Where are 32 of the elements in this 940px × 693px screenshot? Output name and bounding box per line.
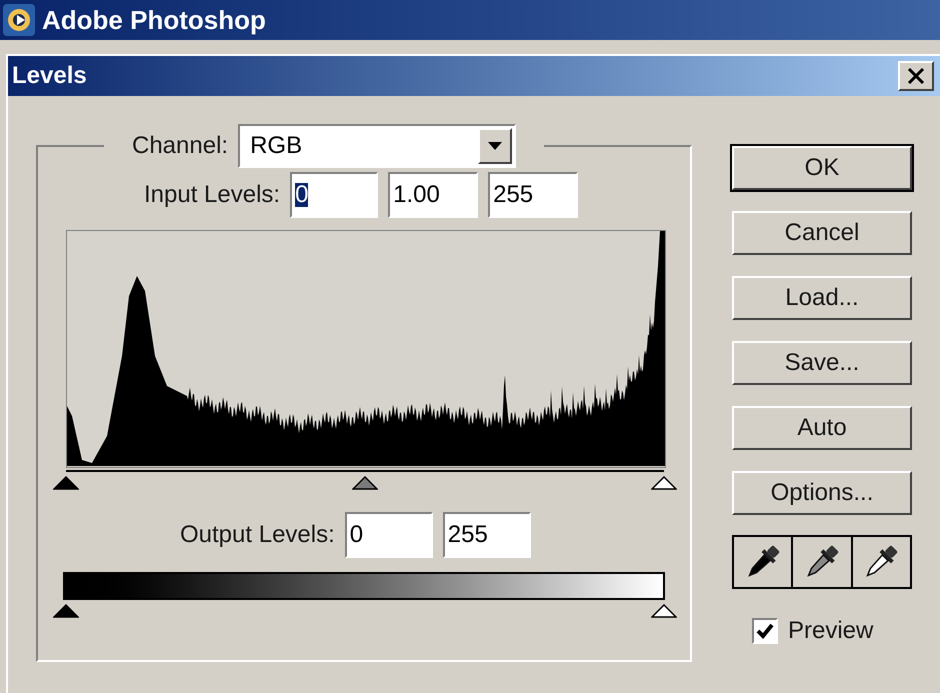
dialog-button[interactable]: Load... xyxy=(732,276,912,320)
output-levels-label: Output Levels: xyxy=(180,520,335,550)
number-field[interactable]: 0 xyxy=(290,172,378,218)
channel-dropdown[interactable]: RGB xyxy=(238,124,516,168)
close-icon xyxy=(907,68,925,84)
close-button[interactable] xyxy=(898,61,934,91)
dialog-title: Levels xyxy=(12,61,87,91)
app-icon xyxy=(2,3,36,37)
slider-handle[interactable] xyxy=(352,476,378,490)
slider-handle[interactable] xyxy=(651,604,677,618)
eyedropper-button[interactable] xyxy=(793,537,851,587)
slider-handle[interactable] xyxy=(53,476,79,490)
dialog-button[interactable]: Auto xyxy=(732,406,912,450)
dialog-button[interactable]: Save... xyxy=(732,341,912,385)
slider-handle[interactable] xyxy=(53,604,79,618)
number-field[interactable]: 255 xyxy=(442,512,531,558)
channel-label: Channel: xyxy=(132,131,228,161)
checkmark-icon xyxy=(756,623,774,639)
dropdown-arrow-icon xyxy=(488,142,502,150)
preview-label: Preview xyxy=(788,616,874,646)
slider-handle[interactable] xyxy=(651,476,677,490)
preview-checkbox[interactable] xyxy=(752,618,778,644)
eyedropper-button[interactable] xyxy=(852,537,910,587)
dialog-button[interactable]: Options... xyxy=(732,471,912,515)
input-levels-label: Input Levels: xyxy=(144,180,280,210)
dialog-button[interactable]: Cancel xyxy=(732,211,912,255)
eyedropper-button[interactable] xyxy=(734,537,792,587)
app-title: Adobe Photoshop xyxy=(42,4,266,36)
number-field[interactable]: 0 xyxy=(344,512,433,558)
number-field[interactable]: 1.00 xyxy=(388,172,478,218)
number-field[interactable]: 255 xyxy=(488,172,578,218)
dialog-button[interactable]: OK xyxy=(732,146,912,190)
